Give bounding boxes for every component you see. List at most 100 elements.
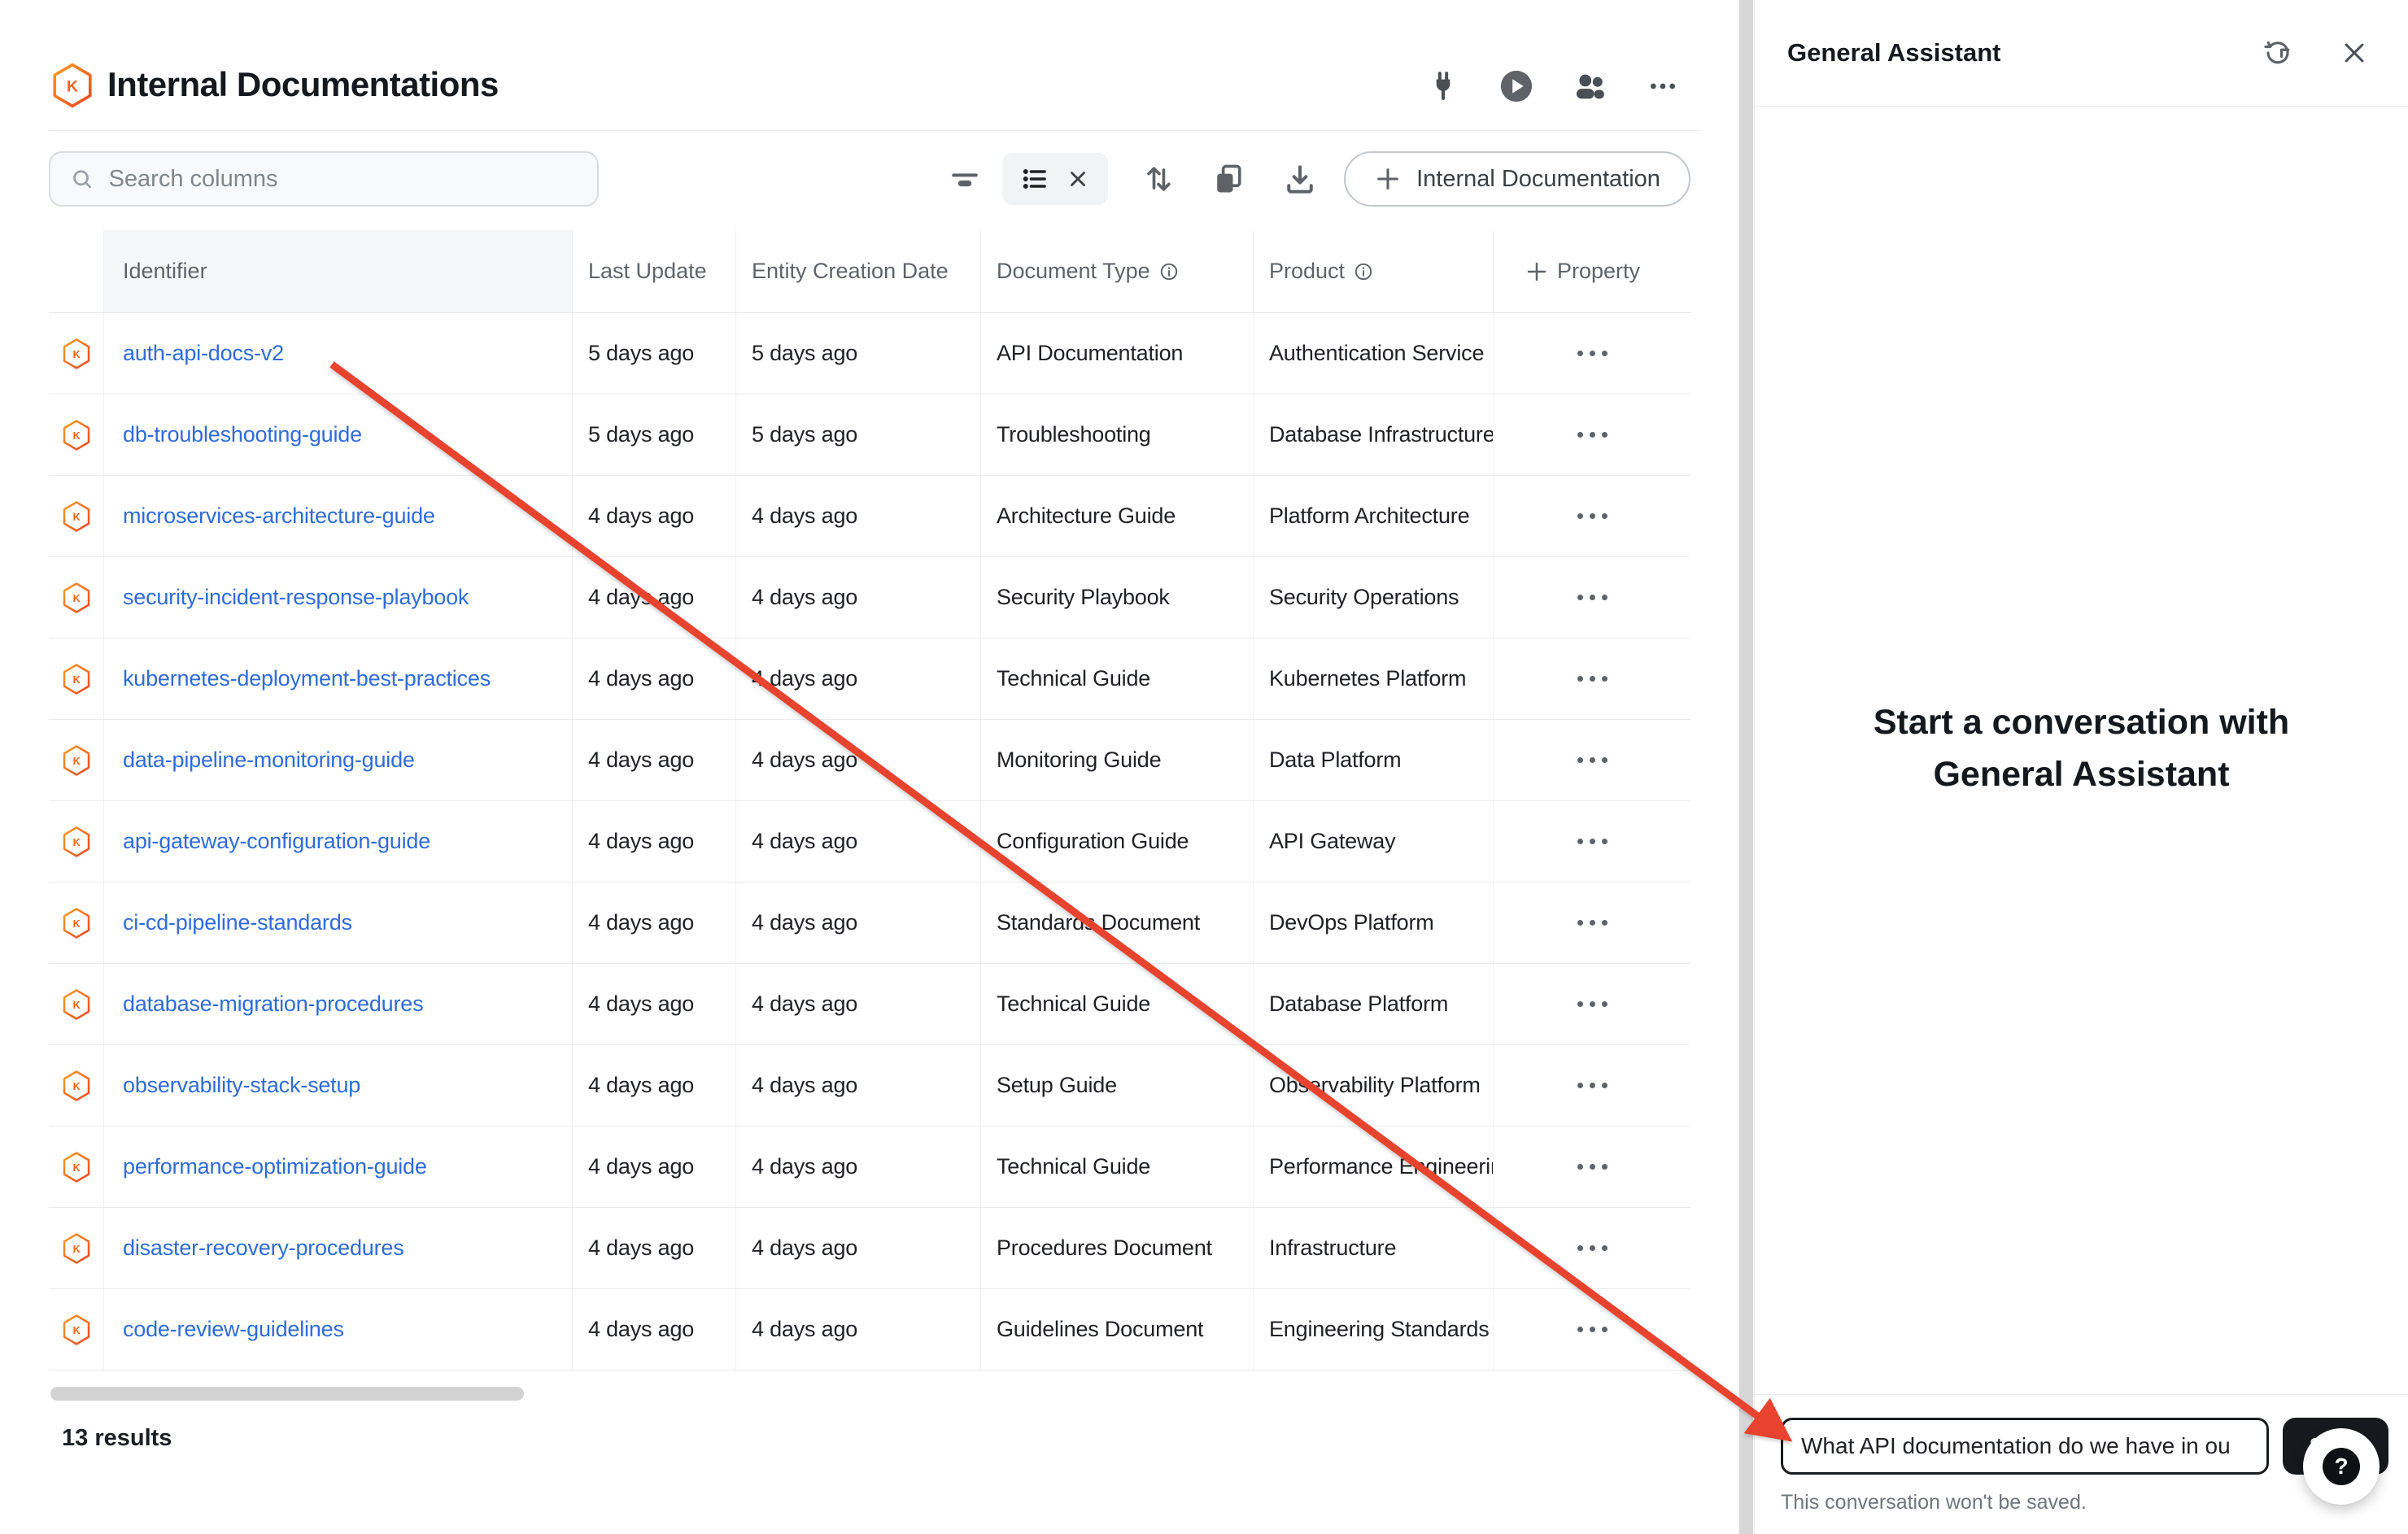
table-row: K database-migration-procedures 4 days a… — [49, 964, 1690, 1045]
sort-icon[interactable] — [1137, 158, 1180, 200]
vertical-scrollbar[interactable] — [1739, 0, 1753, 1534]
identifier-link[interactable]: observability-stack-setup — [123, 1073, 360, 1098]
row-actions-button[interactable] — [1568, 991, 1617, 1017]
search-box[interactable] — [49, 151, 599, 207]
identifier-link[interactable]: code-review-guidelines — [123, 1317, 344, 1342]
close-icon[interactable] — [2338, 37, 2371, 69]
product-cell: Infrastructure — [1253, 1208, 1493, 1288]
row-actions-button[interactable] — [1568, 666, 1617, 691]
identifier-link[interactable]: security-incident-response-playbook — [123, 585, 469, 610]
question-mark-icon: ? — [2323, 1448, 2360, 1485]
identifier-link[interactable]: database-migration-procedures — [123, 991, 423, 1017]
svg-text:K: K — [72, 1081, 80, 1092]
entity-creation-date-cell: 4 days ago — [735, 882, 980, 963]
row-actions-cell — [1493, 638, 1690, 719]
identifier-link[interactable]: db-troubleshooting-guide — [123, 422, 362, 447]
assistant-panel: General Assistant Start a conversation w… — [1754, 0, 2408, 1534]
row-actions-cell — [1493, 1045, 1690, 1126]
play-circle-icon[interactable] — [1498, 68, 1534, 104]
more-icon[interactable] — [1645, 68, 1681, 104]
table-row: K kubernetes-deployment-best-practices 4… — [49, 638, 1690, 720]
identifier-link[interactable]: data-pipeline-monitoring-guide — [123, 747, 415, 773]
header-divider — [49, 130, 1700, 131]
hexagon-k-icon: K — [60, 826, 93, 858]
info-icon — [1353, 261, 1374, 282]
search-input[interactable] — [109, 166, 578, 193]
column-header-entity-creation-date[interactable]: Entity Creation Date — [735, 230, 980, 312]
svg-text:K: K — [72, 593, 80, 604]
hexagon-k-icon: K — [60, 1070, 93, 1102]
view-switcher-chip[interactable] — [1002, 153, 1108, 205]
doc-icon-cell: K — [49, 557, 103, 638]
close-view-icon[interactable] — [1066, 167, 1090, 191]
identifier-link[interactable]: performance-optimization-guide — [123, 1154, 427, 1179]
row-actions-cell — [1493, 1289, 1690, 1370]
documents-table: Identifier Last Update Entity Creation D… — [49, 230, 1690, 1371]
row-actions-button[interactable] — [1568, 1154, 1617, 1179]
create-internal-documentation-button[interactable]: Internal Documentation — [1344, 151, 1690, 207]
assistant-message-input[interactable] — [1781, 1418, 2269, 1475]
last-update-cell: 4 days ago — [572, 720, 735, 800]
download-icon[interactable] — [1279, 158, 1321, 200]
column-header-product[interactable]: Product — [1253, 230, 1493, 312]
svg-text:K: K — [72, 1325, 80, 1336]
product-cell: DevOps Platform — [1253, 882, 1493, 963]
identifier-link[interactable]: microservices-architecture-guide — [123, 503, 435, 529]
row-actions-cell — [1493, 1208, 1690, 1288]
svg-text:K: K — [72, 918, 80, 930]
hexagon-k-logo-icon: K — [49, 62, 96, 109]
row-actions-button[interactable] — [1568, 422, 1617, 447]
document-type-cell: Setup Guide — [980, 1045, 1253, 1126]
column-header-identifier[interactable]: Identifier — [103, 230, 572, 312]
column-header-document-type[interactable]: Document Type — [980, 230, 1253, 312]
row-actions-button[interactable] — [1568, 1235, 1617, 1261]
row-actions-button[interactable] — [1568, 503, 1617, 529]
plug-icon[interactable] — [1425, 68, 1461, 104]
row-actions-button[interactable] — [1568, 747, 1617, 773]
doc-icon-cell: K — [49, 313, 103, 394]
row-actions-button[interactable] — [1568, 585, 1617, 610]
row-actions-button[interactable] — [1568, 1073, 1617, 1098]
hexagon-k-icon: K — [60, 988, 93, 1021]
document-type-cell: API Documentation — [980, 313, 1253, 394]
page-title: Internal Documentations — [107, 65, 499, 104]
identifier-link[interactable]: kubernetes-deployment-best-practices — [123, 666, 491, 691]
add-property-button[interactable]: Property — [1493, 230, 1690, 312]
identifier-link[interactable]: ci-cd-pipeline-standards — [123, 910, 352, 935]
copy-icon[interactable] — [1207, 158, 1250, 200]
row-actions-cell — [1493, 720, 1690, 800]
results-count: 13 results — [62, 1425, 172, 1452]
document-type-cell: Monitoring Guide — [980, 720, 1253, 800]
row-actions-button[interactable] — [1568, 910, 1617, 935]
last-update-cell: 4 days ago — [572, 1289, 735, 1370]
help-widget-button[interactable]: ? — [2303, 1428, 2380, 1505]
table-row: K db-troubleshooting-guide 5 days ago 5 … — [49, 394, 1690, 476]
row-actions-button[interactable] — [1568, 829, 1617, 854]
entity-creation-date-cell: 4 days ago — [735, 1208, 980, 1288]
table-row: K disaster-recovery-procedures 4 days ag… — [49, 1208, 1690, 1289]
doc-icon-cell: K — [49, 1289, 103, 1370]
users-icon[interactable] — [1572, 68, 1608, 104]
doc-icon-cell: K — [49, 964, 103, 1044]
reset-icon[interactable] — [2262, 37, 2294, 69]
search-icon — [70, 166, 94, 192]
column-label: Product — [1269, 259, 1345, 284]
identifier-link[interactable]: api-gateway-configuration-guide — [123, 829, 430, 854]
product-cell: API Gateway — [1253, 801, 1493, 882]
horizontal-scrollbar[interactable] — [50, 1387, 524, 1401]
product-cell: Performance Engineering — [1253, 1127, 1493, 1207]
hexagon-k-icon: K — [60, 1151, 93, 1183]
identifier-link[interactable]: auth-api-docs-v2 — [123, 341, 284, 366]
assistant-panel-header: General Assistant — [1755, 0, 2408, 107]
entity-creation-date-cell: 4 days ago — [735, 720, 980, 800]
filter-icon[interactable] — [944, 158, 986, 200]
table-row: K performance-optimization-guide 4 days … — [49, 1127, 1690, 1208]
identifier-link[interactable]: disaster-recovery-procedures — [123, 1235, 404, 1261]
row-actions-button[interactable] — [1568, 1317, 1617, 1342]
empty-state-line1: Start a conversation with — [1755, 696, 2408, 748]
add-property-label: Property — [1557, 259, 1640, 284]
last-update-cell: 4 days ago — [572, 882, 735, 963]
row-actions-button[interactable] — [1568, 341, 1617, 366]
document-type-cell: Architecture Guide — [980, 476, 1253, 556]
column-header-last-update[interactable]: Last Update — [572, 230, 735, 312]
